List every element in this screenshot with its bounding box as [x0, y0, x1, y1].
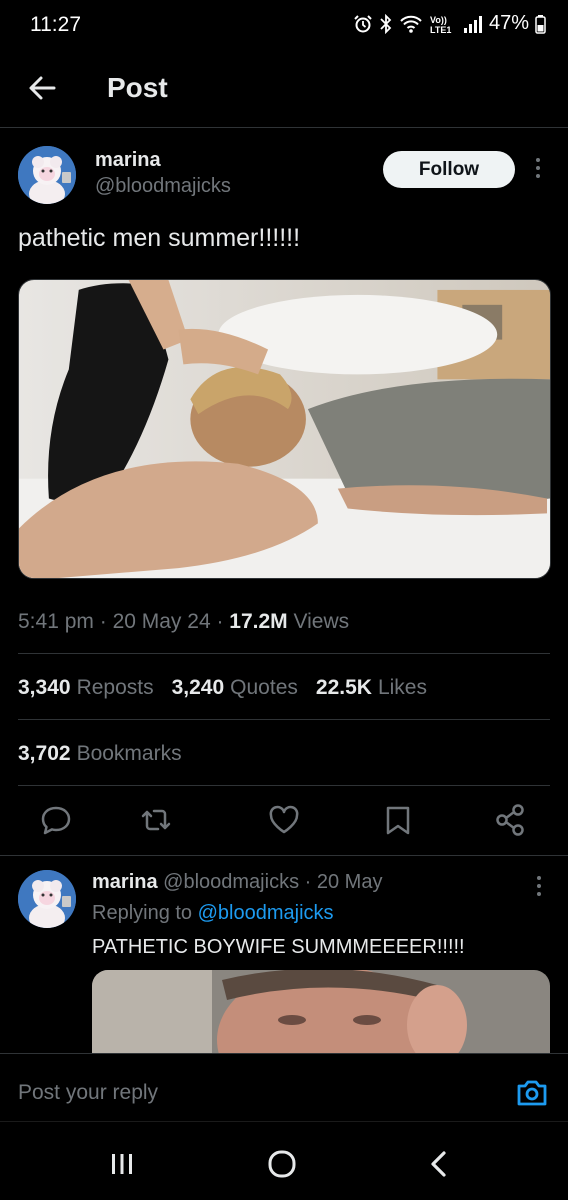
- reply-avatar[interactable]: [18, 870, 76, 928]
- wifi-icon: [399, 14, 423, 34]
- divider: [18, 785, 550, 786]
- reply-date: 20 May: [316, 871, 383, 893]
- meta-separator: ·: [216, 610, 230, 633]
- follow-button[interactable]: Follow: [383, 151, 515, 188]
- reply-author-handle[interactable]: @bloodmajicks: [163, 871, 299, 893]
- bookmarks-label: Bookmarks: [76, 742, 182, 765]
- camera-icon: [517, 1080, 547, 1106]
- views-count: 17.2M: [229, 610, 288, 633]
- post-date: 20 May 24: [112, 610, 211, 633]
- lamb-avatar-icon: [18, 146, 76, 204]
- volte-icon: Vo)) LTE1: [429, 14, 457, 34]
- more-options-button[interactable]: [528, 158, 548, 182]
- page-title: Post: [107, 72, 168, 103]
- reply-compose-bar: Post your reply: [0, 1053, 568, 1121]
- status-icons: Vo)) LTE1 47%: [353, 12, 546, 35]
- like-icon: [269, 805, 299, 834]
- system-back-button[interactable]: [420, 1144, 460, 1184]
- bluetooth-icon: [379, 13, 393, 34]
- home-button[interactable]: [262, 1144, 302, 1184]
- reposts-label: Reposts: [76, 676, 154, 699]
- meta-separator: ·: [304, 871, 312, 893]
- recent-apps-button[interactable]: [102, 1144, 142, 1184]
- camera-button[interactable]: [515, 1076, 549, 1110]
- reply-header: marina @bloodmajicks · 20 May: [92, 871, 382, 894]
- battery-percent: 47%: [488, 12, 529, 34]
- alarm-icon: [353, 14, 373, 34]
- likes-count: 22.5K: [315, 676, 372, 699]
- post-meta: 5:41 pm · 20 May 24 · 17.2M Views: [18, 610, 349, 634]
- divider: [0, 855, 568, 856]
- repost-button[interactable]: [138, 800, 174, 840]
- bookmarks-stat[interactable]: 3,702 Bookmarks: [18, 742, 182, 766]
- likes-label: Likes: [377, 676, 427, 699]
- more-dot-icon: [537, 884, 541, 888]
- reply-icon: [41, 806, 71, 835]
- share-button[interactable]: [492, 800, 528, 840]
- back-icon: [431, 1151, 446, 1177]
- divider: [18, 719, 550, 720]
- likes-stat[interactable]: 22.5K Likes: [316, 676, 427, 700]
- svg-text:Vo)): Vo)): [430, 15, 447, 25]
- action-bar: [0, 800, 568, 844]
- top-header: Post: [0, 52, 568, 128]
- avatar[interactable]: [18, 146, 76, 204]
- more-dot-icon: [537, 876, 541, 880]
- like-button[interactable]: [266, 800, 302, 840]
- share-icon: [496, 804, 524, 836]
- repost-icon: [141, 809, 171, 831]
- more-dot-icon: [536, 158, 540, 162]
- post-time: 5:41 pm: [18, 610, 94, 633]
- quotes-count: 3,240: [171, 676, 225, 699]
- replying-to-prefix: Replying to: [92, 902, 193, 924]
- author-handle[interactable]: @bloodmajicks: [95, 175, 231, 198]
- divider: [18, 653, 550, 654]
- post-text: pathetic men summer!!!!!!: [18, 224, 301, 252]
- post-image[interactable]: [18, 279, 551, 579]
- arrow-left-icon: [29, 76, 56, 100]
- engagement-stats: 3,340 Reposts 3,240 Quotes 22.5K Likes: [18, 676, 427, 700]
- quotes-stat[interactable]: 3,240 Quotes: [172, 676, 298, 700]
- bookmark-button[interactable]: [380, 800, 416, 840]
- reply-input[interactable]: Post your reply: [18, 1081, 158, 1105]
- system-nav-bar: [0, 1121, 568, 1200]
- more-dot-icon: [536, 166, 540, 170]
- home-icon: [268, 1150, 296, 1178]
- back-button[interactable]: [26, 72, 58, 104]
- reply-text: PATHETIC BOYWIFE SUMMMEEEER!!!!!: [92, 936, 465, 958]
- bookmarks-stat-row: 3,702 Bookmarks: [18, 742, 182, 766]
- reposts-stat[interactable]: 3,340 Reposts: [18, 676, 154, 700]
- meta-separator: ·: [99, 610, 113, 633]
- more-dot-icon: [537, 892, 541, 896]
- reply-author-name[interactable]: marina: [92, 871, 158, 893]
- signal-icon: [463, 14, 483, 34]
- quotes-label: Quotes: [230, 676, 298, 699]
- views-label: Views: [293, 610, 350, 633]
- reposts-count: 3,340: [18, 676, 71, 699]
- reply-button[interactable]: [38, 800, 74, 840]
- author-name[interactable]: marina: [95, 149, 161, 172]
- replying-to: Replying to @bloodmajicks: [92, 902, 334, 925]
- photo-image: [92, 970, 550, 1060]
- reply-more-options-button[interactable]: [531, 876, 547, 898]
- recent-apps-icon: [112, 1154, 132, 1174]
- bookmark-icon: [386, 806, 410, 835]
- status-bar: 11:27 Vo)) LTE1 47%: [0, 0, 568, 52]
- battery-icon: [535, 14, 546, 34]
- photo-image: [19, 280, 550, 578]
- replying-to-link[interactable]: @bloodmajicks: [198, 902, 334, 924]
- status-time: 11:27: [30, 13, 81, 36]
- more-dot-icon: [536, 174, 540, 178]
- svg-text:LTE1: LTE1: [430, 25, 451, 34]
- reply-image[interactable]: [92, 970, 550, 1060]
- bookmarks-count: 3,702: [18, 742, 71, 765]
- lamb-avatar-icon: [18, 870, 76, 928]
